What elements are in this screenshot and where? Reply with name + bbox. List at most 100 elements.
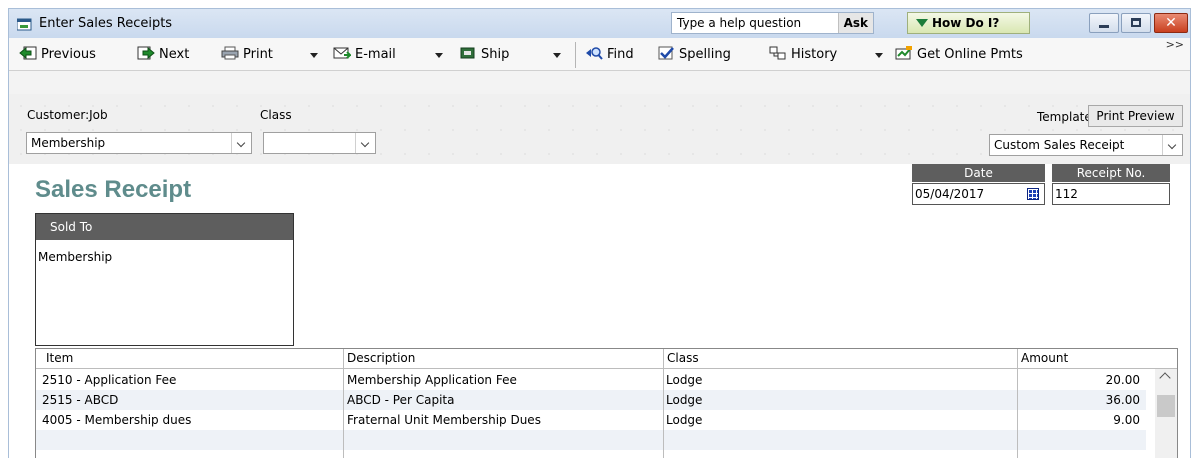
ship-dropdown-icon[interactable] xyxy=(553,53,561,58)
chevron-up-icon[interactable] xyxy=(1159,372,1171,384)
form-title: Sales Receipt xyxy=(35,176,192,203)
column-header-class: Class xyxy=(667,351,699,365)
vertical-scrollbar[interactable] xyxy=(1155,369,1177,458)
minimize-icon xyxy=(1099,25,1109,28)
spelling-check-icon xyxy=(658,46,674,60)
print-button[interactable]: Print xyxy=(221,46,273,64)
get-online-pmts-button[interactable]: Get Online Pmts xyxy=(895,46,1023,64)
table-header: Item Description Class Amount xyxy=(36,349,1177,369)
how-do-i-button[interactable]: How Do I? xyxy=(907,12,1030,34)
calendar-icon[interactable] xyxy=(1027,188,1039,200)
maximize-icon xyxy=(1131,18,1141,27)
ship-box-icon xyxy=(460,47,475,59)
ask-button[interactable]: Ask xyxy=(837,13,873,33)
chevron-down-icon[interactable] xyxy=(355,133,375,153)
previous-icon xyxy=(19,46,37,60)
chevron-down-icon[interactable] xyxy=(1162,135,1182,155)
class-select[interactable] xyxy=(263,132,376,154)
next-icon xyxy=(137,46,155,60)
sales-receipt-icon xyxy=(17,18,32,31)
cell-description[interactable]: Membership Application Fee xyxy=(347,370,517,390)
table-row[interactable]: 4005 - Membership dues Fraternal Unit Me… xyxy=(36,410,1146,430)
column-divider xyxy=(663,349,664,458)
previous-button[interactable]: Previous xyxy=(19,46,96,64)
find-icon xyxy=(586,47,603,60)
cell-class[interactable]: Lodge xyxy=(666,370,702,390)
table-row[interactable]: 2510 - Application Fee Membership Applic… xyxy=(36,370,1146,390)
receipt-no-header: Receipt No. xyxy=(1052,164,1170,182)
cell-item[interactable]: 2510 - Application Fee xyxy=(42,370,176,390)
template-label: Template xyxy=(1037,110,1092,124)
scrollbar-thumb[interactable] xyxy=(1157,395,1175,417)
history-dropdown-icon[interactable] xyxy=(875,53,883,58)
spelling-button[interactable]: Spelling xyxy=(657,46,731,64)
cell-description[interactable]: ABCD - Per Capita xyxy=(347,390,455,410)
date-field[interactable]: 05/04/2017 xyxy=(912,183,1045,205)
window-title: Enter Sales Receipts xyxy=(39,16,173,31)
class-label: Class xyxy=(260,108,292,122)
table-row[interactable]: 2515 - ABCD ABCD - Per Capita Lodge 36.0… xyxy=(36,390,1146,410)
how-do-i-label: How Do I? xyxy=(932,16,1000,30)
help-search-placeholder: Type a help question xyxy=(677,16,802,30)
column-divider xyxy=(1017,349,1018,458)
ship-label: Ship xyxy=(481,47,510,62)
find-button[interactable]: Find xyxy=(585,46,634,64)
cell-item[interactable]: 2515 - ABCD xyxy=(42,390,118,410)
sold-to-value: Membership xyxy=(38,250,113,264)
title-bar: Enter Sales Receipts Type a help questio… xyxy=(8,8,1191,38)
receipt-no-value: 112 xyxy=(1055,187,1078,201)
column-divider xyxy=(343,349,344,458)
toolbar-overflow-chevron[interactable]: >> xyxy=(1166,38,1184,51)
get-online-pmts-label: Get Online Pmts xyxy=(917,47,1023,62)
sold-to-header: Sold To xyxy=(36,214,293,240)
cell-item[interactable]: 4005 - Membership dues xyxy=(42,410,191,430)
date-value: 05/04/2017 xyxy=(915,187,985,201)
date-header: Date xyxy=(912,164,1045,182)
cell-class[interactable]: Lodge xyxy=(666,410,702,430)
table-row[interactable] xyxy=(36,430,1146,450)
email-label: E-mail xyxy=(355,47,396,62)
sales-receipt-form: Sales Receipt Date 05/04/2017 Receipt No… xyxy=(8,164,1191,458)
customer-job-select[interactable]: Membership xyxy=(26,132,252,154)
printer-icon xyxy=(221,46,239,60)
print-label: Print xyxy=(243,47,273,62)
minimize-button[interactable] xyxy=(1089,13,1119,33)
print-preview-button[interactable]: Print Preview xyxy=(1088,105,1183,127)
cell-amount[interactable]: 9.00 xyxy=(1040,410,1140,430)
cell-description[interactable]: Fraternal Unit Membership Dues xyxy=(347,410,541,430)
email-dropdown-icon[interactable] xyxy=(435,53,443,58)
template-value: Custom Sales Receipt xyxy=(994,138,1125,152)
history-icon xyxy=(769,46,786,60)
cell-amount[interactable]: 20.00 xyxy=(1040,370,1140,390)
cell-class[interactable]: Lodge xyxy=(666,390,702,410)
receipt-no-field[interactable]: 112 xyxy=(1052,183,1170,205)
customer-job-label: Customer:Job xyxy=(27,108,108,122)
previous-label: Previous xyxy=(41,47,96,62)
next-label: Next xyxy=(159,47,190,62)
customer-job-value: Membership xyxy=(31,136,106,150)
help-search-input[interactable]: Type a help question Ask xyxy=(671,12,874,34)
close-button[interactable]: ✕ xyxy=(1154,13,1188,33)
ship-button[interactable]: Ship xyxy=(459,46,509,64)
find-label: Find xyxy=(607,47,634,62)
print-dropdown-icon[interactable] xyxy=(310,53,318,58)
template-select[interactable]: Custom Sales Receipt xyxy=(989,134,1183,156)
toolbar-separator xyxy=(575,42,576,68)
toolbar-row: Previous Next Print E-mail Ship Find Spe… xyxy=(9,38,1190,71)
chevron-down-icon[interactable] xyxy=(231,133,251,153)
cell-amount[interactable]: 36.00 xyxy=(1040,390,1140,410)
maximize-button[interactable] xyxy=(1121,13,1151,33)
spelling-label: Spelling xyxy=(679,47,731,62)
history-button[interactable]: History xyxy=(769,46,837,64)
column-header-item: Item xyxy=(46,351,74,365)
form-header: Customer:Job Class Membership Template P… xyxy=(8,94,1191,164)
email-icon xyxy=(333,47,351,59)
close-icon: ✕ xyxy=(1165,15,1177,31)
email-button[interactable]: E-mail xyxy=(333,46,396,64)
history-label: History xyxy=(791,47,838,62)
column-header-amount: Amount xyxy=(1021,351,1069,365)
triangle-down-icon xyxy=(916,19,928,27)
next-button[interactable]: Next xyxy=(137,46,189,64)
sold-to-box[interactable]: Sold To Membership xyxy=(35,213,294,346)
column-header-description: Description xyxy=(347,351,416,365)
